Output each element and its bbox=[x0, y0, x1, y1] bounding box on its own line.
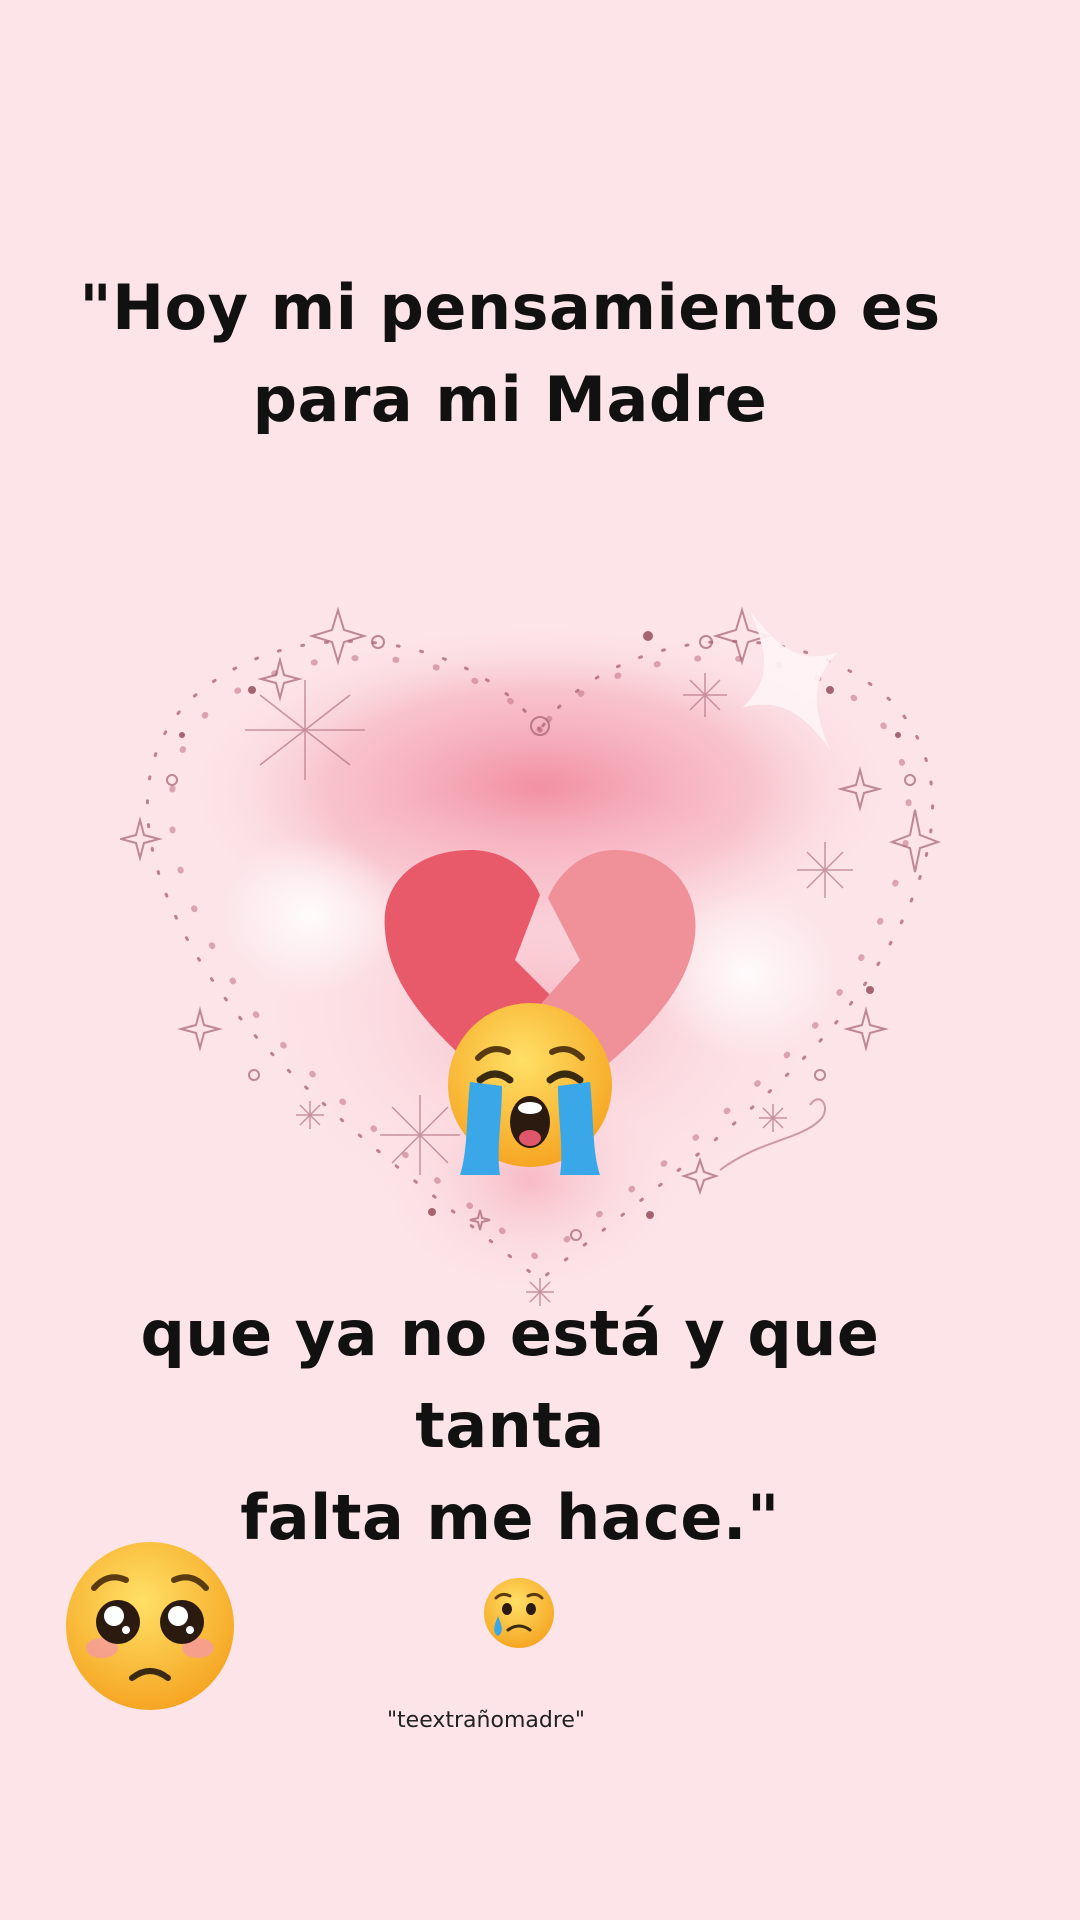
quote-top-line-2: para mi Madre bbox=[252, 363, 768, 436]
quote-bottom-line-2: tanta bbox=[415, 1389, 605, 1462]
quote-bottom: que ya no está y que tanta falta me hace… bbox=[60, 1288, 960, 1564]
white-glow bbox=[220, 835, 400, 995]
quote-top-line-1: "Hoy mi pensamiento es bbox=[79, 271, 941, 344]
crying-face-icon bbox=[484, 1578, 554, 1648]
account-handle: "teextrañomadre" bbox=[386, 1708, 586, 1733]
pleading-face-icon bbox=[66, 1542, 234, 1710]
quote-bottom-line-1: que ya no está y que bbox=[140, 1297, 880, 1370]
quote-top: "Hoy mi pensamiento es para mi Madre bbox=[60, 262, 960, 446]
story-canvas: "Hoy mi pensamiento es para mi Madre que… bbox=[0, 0, 1080, 1920]
loudly-crying-face-icon bbox=[448, 1003, 612, 1175]
